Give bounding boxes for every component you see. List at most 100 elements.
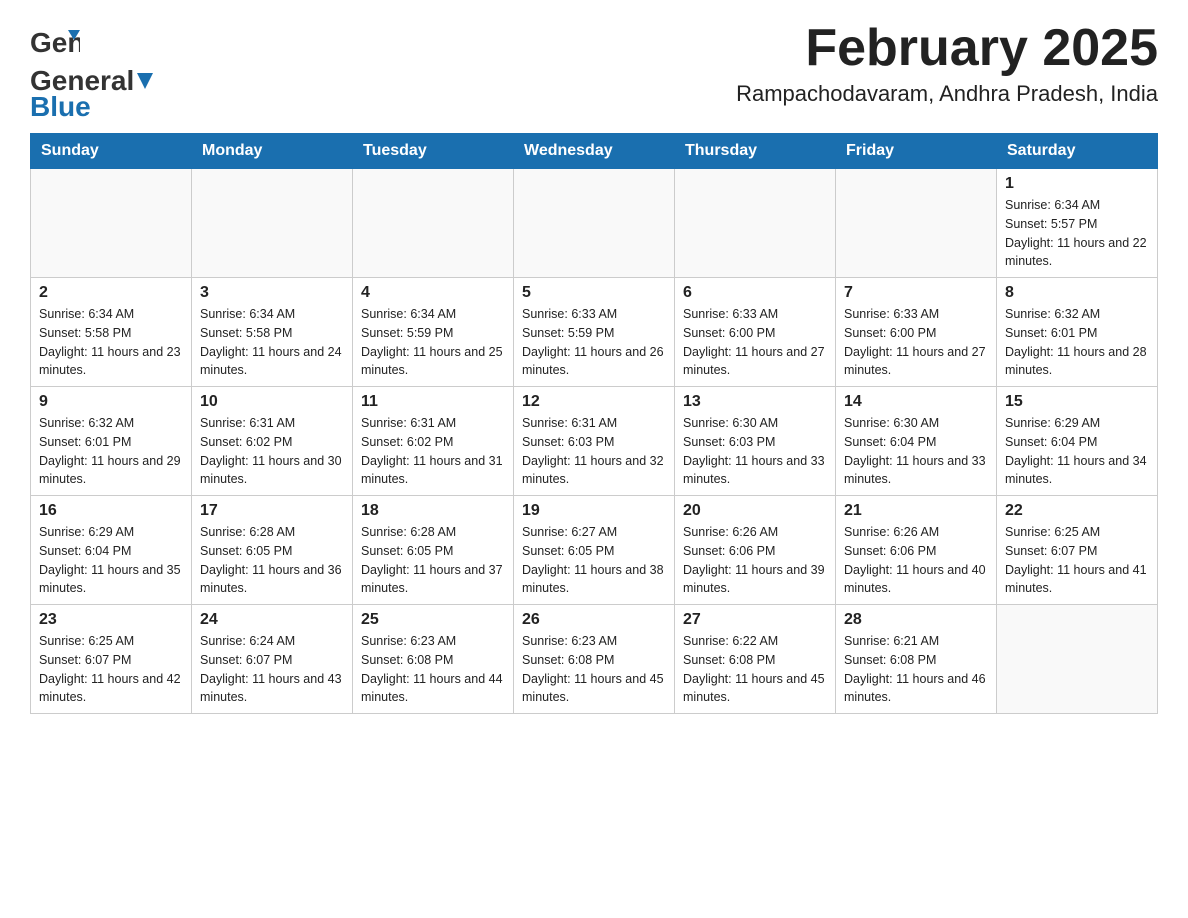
day-number: 21 <box>844 502 988 520</box>
day-info: Sunrise: 6:31 AM Sunset: 6:03 PM Dayligh… <box>522 414 666 489</box>
day-info: Sunrise: 6:29 AM Sunset: 6:04 PM Dayligh… <box>1005 414 1149 489</box>
calendar-cell <box>675 169 836 278</box>
day-info: Sunrise: 6:25 AM Sunset: 6:07 PM Dayligh… <box>39 632 183 707</box>
day-header-sunday: Sunday <box>31 134 192 169</box>
calendar-cell: 14Sunrise: 6:30 AM Sunset: 6:04 PM Dayli… <box>836 387 997 496</box>
calendar-cell: 11Sunrise: 6:31 AM Sunset: 6:02 PM Dayli… <box>353 387 514 496</box>
day-header-wednesday: Wednesday <box>514 134 675 169</box>
day-info: Sunrise: 6:23 AM Sunset: 6:08 PM Dayligh… <box>361 632 505 707</box>
calendar-cell: 10 Sunrise: 6:31 AM Sunset: 6:02 PM Dayli… <box>192 387 353 496</box>
day-number: 4 <box>361 284 505 302</box>
day-number: 5 <box>522 284 666 302</box>
day-info: Sunrise: 6:33 AM Sunset: 6:00 PM Dayligh… <box>683 305 827 380</box>
day-number: 15 <box>1005 393 1149 411</box>
calendar-cell: 18 Sunrise: 6:28 AM Sunset: 6:05 PM Dayli… <box>353 496 514 605</box>
day-number: 2 <box>39 284 183 302</box>
day-number: 1 <box>1005 175 1149 193</box>
week-row-1: 1 Sunrise: 6:34 AM Sunset: 5:57 PM Daylig… <box>31 169 1158 278</box>
day-info: Sunrise: 6:31 AM Sunset: 6:02 PM Dayligh… <box>200 414 344 489</box>
day-info: Sunrise: 6:26 AM Sunset: 6:06 PM Dayligh… <box>844 523 988 598</box>
day-info: Sunrise: 6:34 AM Sunset: 5:57 PM Dayligh… <box>1005 196 1149 271</box>
day-number: 24 <box>200 611 344 629</box>
day-number: 8 <box>1005 284 1149 302</box>
calendar-cell: 9Sunrise: 6:32 AM Sunset: 6:01 PM Daylig… <box>31 387 192 496</box>
calendar-cell: 27 Sunrise: 6:22 AM Sunset: 6:08 PM Dayli… <box>675 605 836 714</box>
calendar-cell: 1 Sunrise: 6:34 AM Sunset: 5:57 PM Daylig… <box>997 169 1158 278</box>
calendar-cell: 22 Sunrise: 6:25 AM Sunset: 6:07 PM Dayli… <box>997 496 1158 605</box>
day-header-saturday: Saturday <box>997 134 1158 169</box>
day-number: 27 <box>683 611 827 629</box>
day-number: 18 <box>361 502 505 520</box>
day-number: 10 <box>200 393 344 411</box>
calendar-cell <box>192 169 353 278</box>
calendar-header-row: SundayMondayTuesdayWednesdayThursdayFrid… <box>31 134 1158 169</box>
day-header-friday: Friday <box>836 134 997 169</box>
calendar-cell: 21 Sunrise: 6:26 AM Sunset: 6:06 PM Dayli… <box>836 496 997 605</box>
logo-triangle-icon <box>135 71 155 91</box>
calendar-cell: 6 Sunrise: 6:33 AM Sunset: 6:00 PM Daylig… <box>675 278 836 387</box>
calendar-cell: 12 Sunrise: 6:31 AM Sunset: 6:03 PM Dayli… <box>514 387 675 496</box>
day-info: Sunrise: 6:25 AM Sunset: 6:07 PM Dayligh… <box>1005 523 1149 598</box>
day-info: Sunrise: 6:22 AM Sunset: 6:08 PM Dayligh… <box>683 632 827 707</box>
day-info: Sunrise: 6:30 AM Sunset: 6:03 PM Dayligh… <box>683 414 827 489</box>
day-header-monday: Monday <box>192 134 353 169</box>
calendar-cell: 13Sunrise: 6:30 AM Sunset: 6:03 PM Dayli… <box>675 387 836 496</box>
day-info: Sunrise: 6:32 AM Sunset: 6:01 PM Dayligh… <box>1005 305 1149 380</box>
day-number: 6 <box>683 284 827 302</box>
day-number: 3 <box>200 284 344 302</box>
day-header-thursday: Thursday <box>675 134 836 169</box>
day-header-tuesday: Tuesday <box>353 134 514 169</box>
logo: General General Blue <box>30 20 156 123</box>
calendar-cell <box>31 169 192 278</box>
day-number: 17 <box>200 502 344 520</box>
day-info: Sunrise: 6:34 AM Sunset: 5:58 PM Dayligh… <box>200 305 344 380</box>
calendar-cell: 17 Sunrise: 6:28 AM Sunset: 6:05 PM Dayli… <box>192 496 353 605</box>
day-number: 25 <box>361 611 505 629</box>
day-number: 11 <box>361 393 505 411</box>
calendar-table: SundayMondayTuesdayWednesdayThursdayFrid… <box>30 133 1158 714</box>
day-info: Sunrise: 6:27 AM Sunset: 6:05 PM Dayligh… <box>522 523 666 598</box>
calendar-cell: 15 Sunrise: 6:29 AM Sunset: 6:04 PM Dayli… <box>997 387 1158 496</box>
day-info: Sunrise: 6:24 AM Sunset: 6:07 PM Dayligh… <box>200 632 344 707</box>
day-info: Sunrise: 6:33 AM Sunset: 5:59 PM Dayligh… <box>522 305 666 380</box>
day-info: Sunrise: 6:28 AM Sunset: 6:05 PM Dayligh… <box>361 523 505 598</box>
day-number: 26 <box>522 611 666 629</box>
calendar-cell: 20Sunrise: 6:26 AM Sunset: 6:06 PM Dayli… <box>675 496 836 605</box>
week-row-4: 16 Sunrise: 6:29 AM Sunset: 6:04 PM Dayli… <box>31 496 1158 605</box>
day-info: Sunrise: 6:21 AM Sunset: 6:08 PM Dayligh… <box>844 632 988 707</box>
page-header: General General Blue February 2025 Rampa… <box>30 20 1158 123</box>
day-number: 23 <box>39 611 183 629</box>
calendar-cell <box>836 169 997 278</box>
day-number: 19 <box>522 502 666 520</box>
week-row-2: 2 Sunrise: 6:34 AM Sunset: 5:58 PM Daylig… <box>31 278 1158 387</box>
calendar-cell: 24 Sunrise: 6:24 AM Sunset: 6:07 PM Dayli… <box>192 605 353 714</box>
calendar-cell: 25 Sunrise: 6:23 AM Sunset: 6:08 PM Dayli… <box>353 605 514 714</box>
month-title: February 2025 <box>736 20 1158 77</box>
title-block: February 2025 Rampachodavaram, Andhra Pr… <box>736 20 1158 107</box>
calendar-cell: 7Sunrise: 6:33 AM Sunset: 6:00 PM Daylig… <box>836 278 997 387</box>
location-title: Rampachodavaram, Andhra Pradesh, India <box>736 81 1158 107</box>
day-info: Sunrise: 6:34 AM Sunset: 5:58 PM Dayligh… <box>39 305 183 380</box>
day-info: Sunrise: 6:32 AM Sunset: 6:01 PM Dayligh… <box>39 414 183 489</box>
day-info: Sunrise: 6:28 AM Sunset: 6:05 PM Dayligh… <box>200 523 344 598</box>
calendar-cell <box>997 605 1158 714</box>
day-info: Sunrise: 6:29 AM Sunset: 6:04 PM Dayligh… <box>39 523 183 598</box>
calendar-cell: 26 Sunrise: 6:23 AM Sunset: 6:08 PM Dayli… <box>514 605 675 714</box>
day-info: Sunrise: 6:34 AM Sunset: 5:59 PM Dayligh… <box>361 305 505 380</box>
calendar-cell: 4 Sunrise: 6:34 AM Sunset: 5:59 PM Daylig… <box>353 278 514 387</box>
calendar-cell: 19 Sunrise: 6:27 AM Sunset: 6:05 PM Dayli… <box>514 496 675 605</box>
logo-blue: Blue <box>30 91 91 122</box>
day-number: 22 <box>1005 502 1149 520</box>
day-number: 12 <box>522 393 666 411</box>
day-info: Sunrise: 6:26 AM Sunset: 6:06 PM Dayligh… <box>683 523 827 598</box>
calendar-cell: 28 Sunrise: 6:21 AM Sunset: 6:08 PM Dayli… <box>836 605 997 714</box>
day-number: 14 <box>844 393 988 411</box>
day-number: 28 <box>844 611 988 629</box>
calendar-cell: 16 Sunrise: 6:29 AM Sunset: 6:04 PM Dayli… <box>31 496 192 605</box>
day-number: 16 <box>39 502 183 520</box>
calendar-cell <box>514 169 675 278</box>
calendar-cell: 5 Sunrise: 6:33 AM Sunset: 5:59 PM Daylig… <box>514 278 675 387</box>
day-info: Sunrise: 6:23 AM Sunset: 6:08 PM Dayligh… <box>522 632 666 707</box>
calendar-cell: 23 Sunrise: 6:25 AM Sunset: 6:07 PM Dayli… <box>31 605 192 714</box>
calendar-cell: 3 Sunrise: 6:34 AM Sunset: 5:58 PM Daylig… <box>192 278 353 387</box>
